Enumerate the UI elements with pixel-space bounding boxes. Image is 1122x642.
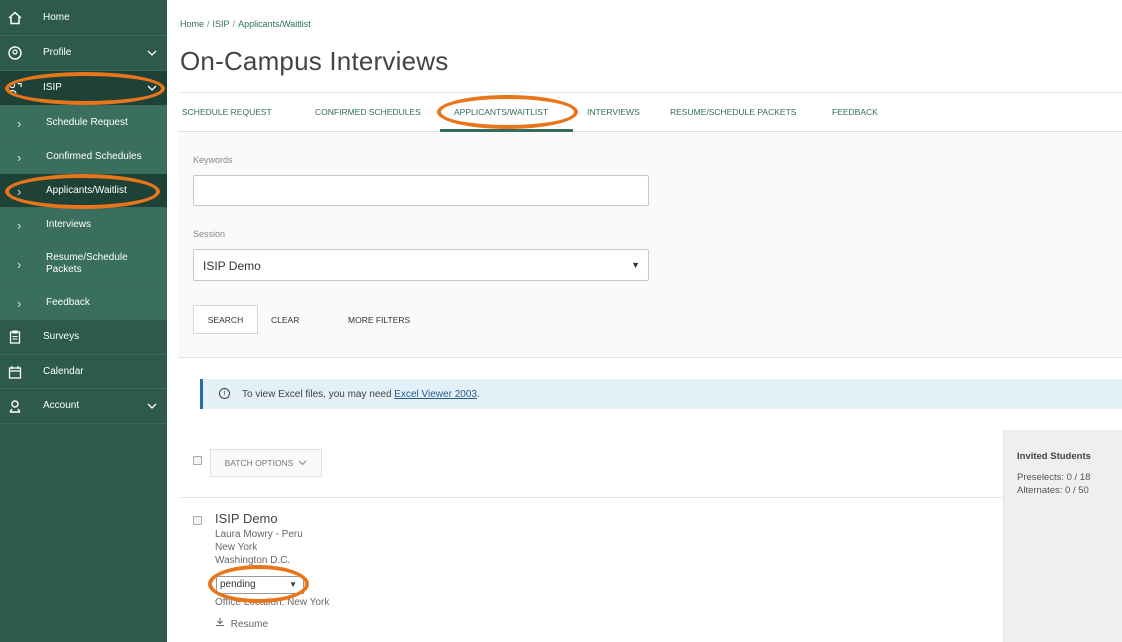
student-name: Laura Mowry - Peru bbox=[215, 529, 303, 540]
home-icon bbox=[8, 10, 22, 25]
caret-down-icon: ▼ bbox=[631, 260, 640, 270]
tab-bar: SCHEDULE REQUEST CONFIRMED SCHEDULES APP… bbox=[178, 92, 1122, 132]
info-banner: i To view Excel files, you may need Exce… bbox=[200, 379, 1122, 409]
keywords-input[interactable] bbox=[193, 175, 649, 206]
resume-link[interactable]: Resume bbox=[215, 617, 268, 630]
sidebar-item-account[interactable]: Account bbox=[0, 389, 167, 424]
active-tab-indicator bbox=[440, 129, 573, 132]
info-text: To view Excel files, you may need Excel … bbox=[242, 389, 480, 400]
session-select-value: ISIP Demo bbox=[203, 259, 261, 273]
location-line: Washington D.C. bbox=[215, 555, 291, 566]
breadcrumb-current: Applicants/Waitlist bbox=[238, 19, 311, 29]
sidebar-item-label: Profile bbox=[43, 47, 72, 58]
download-icon bbox=[216, 617, 224, 626]
sidebar-item-label: Schedule Request bbox=[46, 116, 128, 128]
sidebar-item-calendar[interactable]: Calendar bbox=[0, 355, 167, 389]
page-title: On-Campus Interviews bbox=[180, 46, 449, 76]
invited-students-panel: Invited Students Preselects: 0 / 18 Alte… bbox=[1003, 430, 1122, 642]
clear-button[interactable]: CLEAR bbox=[271, 315, 299, 325]
account-icon bbox=[8, 399, 22, 413]
row-checkbox[interactable] bbox=[193, 516, 202, 525]
chevron-right-icon: › bbox=[17, 115, 22, 131]
more-filters-button[interactable]: MORE FILTERS bbox=[348, 315, 410, 325]
batch-options-button[interactable]: BATCH OPTIONS bbox=[210, 449, 322, 477]
batch-options-label: BATCH OPTIONS bbox=[224, 458, 294, 468]
sidebar-item-label: Applicants/Waitlist bbox=[46, 184, 127, 196]
chevron-right-icon: › bbox=[17, 295, 22, 311]
panel-title: Invited Students bbox=[1017, 451, 1091, 462]
chevron-right-icon: › bbox=[17, 183, 22, 199]
status-select-value: pending bbox=[220, 579, 256, 590]
sidebar-item-applicants-waitlist[interactable]: › Applicants/Waitlist bbox=[0, 174, 167, 208]
sidebar-item-profile[interactable]: Profile bbox=[0, 36, 167, 71]
list-item: ISIP Demo Laura Mowry - Peru New York Wa… bbox=[215, 511, 303, 567]
breadcrumb: Home / ISIP / Applicants/Waitlist bbox=[180, 19, 311, 29]
tab-schedule-request[interactable]: SCHEDULE REQUEST bbox=[182, 107, 272, 117]
breadcrumb-separator: / bbox=[207, 19, 210, 29]
tab-confirmed-schedules[interactable]: CONFIRMED SCHEDULES bbox=[315, 107, 421, 117]
info-icon: i bbox=[219, 388, 230, 399]
sidebar-item-schedule-request[interactable]: › Schedule Request bbox=[0, 106, 167, 140]
chevron-down-icon bbox=[147, 48, 157, 61]
select-all-checkbox[interactable] bbox=[193, 456, 202, 465]
sidebar-item-label: Account bbox=[43, 400, 80, 411]
chevron-right-icon: › bbox=[17, 149, 22, 165]
alternates-count: Alternates: 0 / 50 bbox=[1017, 485, 1089, 496]
chevron-down-icon bbox=[299, 460, 307, 466]
office-location: Office Location: New York bbox=[215, 597, 330, 608]
session-label: Session bbox=[193, 229, 226, 239]
filters-panel bbox=[178, 133, 1122, 358]
sidebar-item-label: ISIP bbox=[43, 82, 62, 93]
excel-viewer-link[interactable]: Excel Viewer 2003 bbox=[394, 389, 477, 400]
search-button[interactable]: SEARCH bbox=[193, 305, 258, 334]
sidebar-item-label: Feedback bbox=[46, 296, 90, 308]
tab-resume-schedule-packets[interactable]: RESUME/SCHEDULE PACKETS bbox=[670, 107, 796, 117]
sidebar: Home Profile ISIP › Schedule Request › C… bbox=[0, 0, 167, 642]
sidebar-item-home[interactable]: Home bbox=[0, 0, 167, 36]
tab-feedback[interactable]: FEEDBACK bbox=[832, 107, 878, 117]
breadcrumb-separator: / bbox=[232, 19, 236, 29]
info-suffix: . bbox=[476, 389, 480, 400]
isip-icon bbox=[8, 81, 22, 95]
chevron-right-icon: › bbox=[17, 217, 22, 233]
keywords-label: Keywords bbox=[193, 155, 233, 165]
sidebar-item-label: Home bbox=[43, 11, 70, 23]
tab-applicants-waitlist[interactable]: APPLICANTS/WAITLIST bbox=[454, 107, 548, 117]
sidebar-item-feedback[interactable]: › Feedback bbox=[0, 286, 167, 320]
chevron-down-icon bbox=[147, 401, 157, 414]
clipboard-icon bbox=[8, 330, 22, 344]
list-divider bbox=[180, 497, 1002, 498]
sidebar-item-isip[interactable]: ISIP bbox=[0, 71, 167, 106]
sidebar-item-surveys[interactable]: Surveys bbox=[0, 320, 167, 355]
sidebar-item-label: Confirmed Schedules bbox=[46, 150, 142, 162]
sidebar-item-confirmed-schedules[interactable]: › Confirmed Schedules bbox=[0, 140, 167, 174]
result-title[interactable]: ISIP Demo bbox=[215, 511, 303, 526]
tab-interviews[interactable]: INTERVIEWS bbox=[587, 107, 640, 117]
preselects-count: Preselects: 0 / 18 bbox=[1017, 472, 1091, 483]
sidebar-item-interviews[interactable]: › Interviews bbox=[0, 208, 167, 242]
info-message: To view Excel files, you may need bbox=[242, 389, 395, 400]
resume-link-label: Resume bbox=[230, 619, 269, 630]
caret-down-icon: ▼ bbox=[289, 580, 297, 589]
breadcrumb-home-link[interactable]: Home bbox=[180, 19, 204, 29]
sidebar-item-label: Interviews bbox=[46, 218, 92, 230]
session-select[interactable]: ISIP Demo ▼ bbox=[193, 249, 649, 281]
profile-icon bbox=[8, 46, 22, 60]
sidebar-item-label: Calendar bbox=[43, 365, 84, 377]
chevron-right-icon: › bbox=[17, 256, 22, 272]
status-select[interactable]: pending ▼ bbox=[216, 576, 304, 594]
breadcrumb-isip-link[interactable]: ISIP bbox=[213, 19, 230, 29]
sidebar-item-label: Surveys bbox=[43, 331, 80, 342]
location-line: New York bbox=[215, 542, 258, 553]
calendar-icon bbox=[8, 365, 22, 379]
sidebar-item-resume-schedule-packets[interactable]: › Resume/Schedule Packets bbox=[0, 242, 167, 286]
chevron-down-icon bbox=[147, 83, 157, 96]
sidebar-item-label: Resume/Schedule Packets bbox=[46, 251, 128, 275]
